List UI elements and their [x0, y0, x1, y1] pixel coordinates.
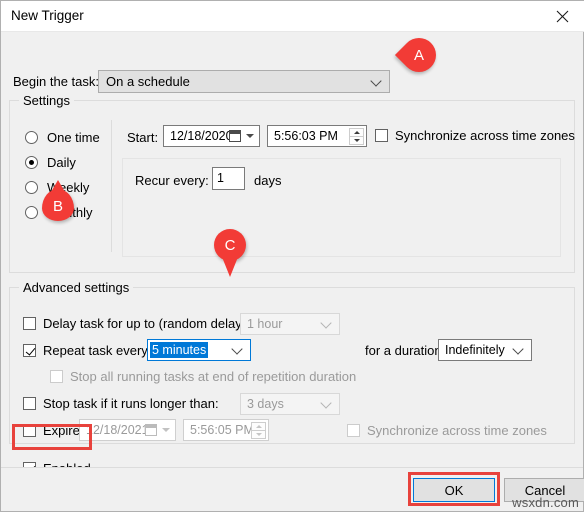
page-title: New Trigger	[11, 8, 84, 23]
repeat-interval-value: 5 minutes	[150, 342, 209, 358]
dialog-body: Begin the task: On a schedule Settings O…	[1, 32, 583, 476]
duration-value: Indefinitely	[445, 343, 505, 357]
annotation-marker-a-label: A	[413, 47, 424, 64]
chevron-down-icon	[372, 77, 381, 86]
recur-every-label: Recur every:	[135, 173, 209, 188]
recur-unit-label: days	[254, 173, 282, 188]
radio-icon	[25, 131, 38, 144]
start-date-value: 12/18/2020	[170, 129, 233, 143]
annotation-marker-c: C	[211, 229, 253, 277]
chevron-down-icon	[233, 345, 242, 354]
delay-duration-select: 1 hour	[240, 313, 340, 335]
chevron-down-icon	[514, 345, 523, 354]
time-stepper	[251, 422, 266, 440]
sync-timezones-expire-checkbox	[347, 424, 360, 437]
radio-daily[interactable]: Daily	[25, 153, 135, 175]
expire-date-input: 12/18/2021	[79, 419, 176, 441]
stop-task-longer-value: 3 days	[247, 397, 284, 411]
start-time-value: 5:56:03 PM	[274, 129, 338, 143]
dialog-footer: OK Cancel	[1, 467, 584, 511]
expire-checkbox[interactable]	[23, 424, 36, 437]
radio-one-time-label: One time	[47, 130, 100, 145]
stepper-down-icon	[251, 430, 266, 439]
sync-timezones-checkbox[interactable]	[375, 129, 388, 142]
stepper-down-icon[interactable]	[349, 136, 364, 145]
begin-task-label: Begin the task:	[13, 74, 99, 89]
annotation-marker-b: B	[39, 180, 81, 229]
delay-duration-value: 1 hour	[247, 317, 283, 331]
chevron-down-icon	[322, 399, 331, 408]
close-icon[interactable]	[539, 1, 584, 31]
stop-task-longer-label: Stop task if it runs longer than:	[43, 396, 219, 411]
annotation-marker-b-label: B	[52, 198, 63, 215]
start-date-input[interactable]: 12/18/2020	[163, 125, 260, 147]
expire-date-value: 12/18/2021	[86, 423, 149, 437]
calendar-icon	[229, 130, 241, 142]
recur-every-input[interactable]: 1	[212, 167, 245, 190]
chevron-down-icon	[246, 134, 254, 138]
watermark: wsxdn.com	[512, 495, 579, 510]
expire-time-value: 5:56:05 PM	[190, 423, 254, 437]
title-bar: New Trigger	[1, 1, 584, 32]
stop-all-tasks-checkbox	[50, 370, 63, 383]
repeat-interval-select[interactable]: 5 minutes	[147, 339, 251, 361]
annotation-marker-c-label: C	[224, 237, 236, 254]
stop-task-longer-checkbox[interactable]	[23, 397, 36, 410]
radio-one-time[interactable]: One time	[25, 128, 135, 150]
start-label: Start:	[127, 130, 159, 145]
calendar-icon	[145, 424, 157, 436]
annotation-marker-a: A	[394, 30, 444, 80]
sync-timezones-expire-label: Synchronize across time zones	[367, 423, 547, 438]
settings-legend: Settings	[19, 93, 74, 108]
chevron-down-icon	[162, 428, 170, 432]
advanced-settings-legend: Advanced settings	[19, 280, 134, 295]
radio-icon	[25, 206, 38, 219]
expire-label: Expire:	[43, 423, 84, 438]
expire-time-input: 5:56:05 PM	[183, 419, 269, 441]
delay-task-checkbox[interactable]	[23, 317, 36, 330]
ok-button[interactable]: OK	[413, 478, 495, 502]
radio-daily-label: Daily	[47, 155, 76, 170]
repeat-task-checkbox[interactable]	[23, 344, 36, 357]
recur-every-value: 1	[217, 171, 224, 185]
duration-select[interactable]: Indefinitely	[438, 339, 532, 361]
delay-task-label: Delay task for up to (random delay):	[43, 316, 250, 331]
radio-selected-icon	[25, 156, 38, 169]
start-time-input[interactable]: 5:56:03 PM	[267, 125, 367, 147]
repeat-task-label: Repeat task every:	[43, 343, 152, 358]
stop-task-longer-select: 3 days	[240, 393, 340, 415]
begin-task-select[interactable]: On a schedule	[98, 70, 390, 93]
time-stepper[interactable]	[349, 128, 364, 146]
begin-task-value: On a schedule	[106, 74, 190, 89]
radio-icon	[25, 181, 38, 194]
chevron-down-icon	[322, 319, 331, 328]
new-trigger-dialog: New Trigger Begin the task: On a schedul…	[0, 0, 584, 512]
stop-all-tasks-label: Stop all running tasks at end of repetit…	[70, 369, 357, 384]
sync-timezones-label: Synchronize across time zones	[395, 128, 575, 143]
